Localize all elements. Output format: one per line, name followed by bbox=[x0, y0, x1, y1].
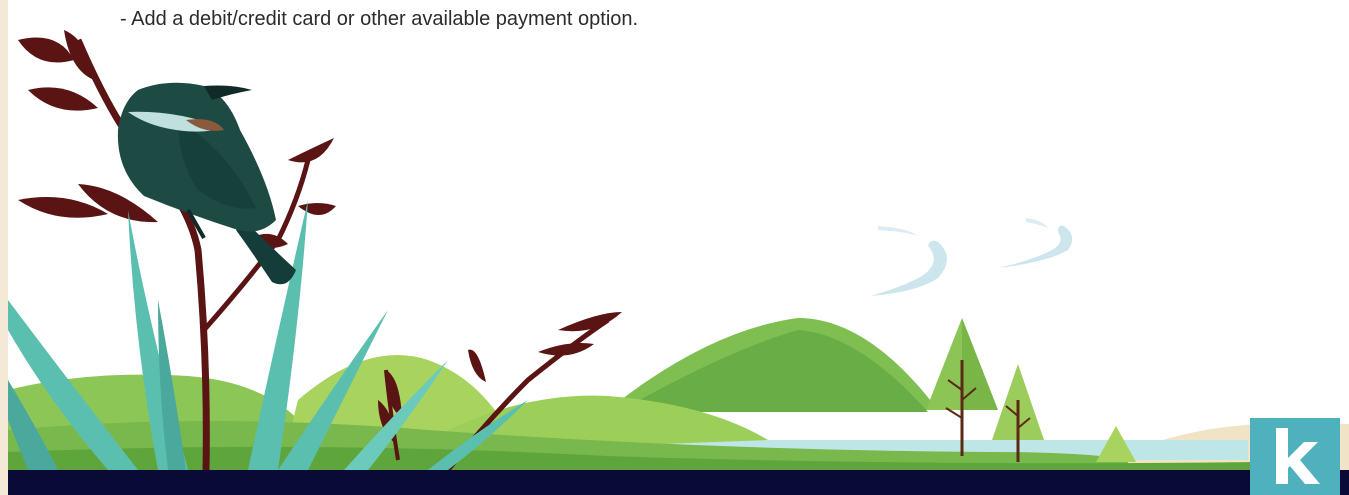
flower-pod bbox=[468, 349, 486, 382]
cloud-right bbox=[998, 225, 1073, 268]
cloud-left-top bbox=[878, 226, 918, 236]
flower-pod bbox=[288, 138, 334, 163]
bird-beak bbox=[204, 85, 252, 100]
document-page: - Add a debit/credit card or other avail… bbox=[8, 0, 1349, 495]
cloud-left bbox=[870, 240, 947, 296]
flower-pod bbox=[28, 87, 98, 111]
clouds bbox=[870, 218, 1073, 296]
flower-pod bbox=[538, 343, 594, 356]
flower-pod bbox=[18, 37, 74, 63]
k-logo-icon bbox=[1276, 428, 1320, 484]
footer-bar bbox=[8, 470, 1349, 495]
flower-pod bbox=[298, 203, 336, 215]
flower-pod bbox=[558, 312, 622, 332]
k-logo-badge bbox=[1250, 418, 1340, 495]
tui-bird bbox=[117, 82, 296, 285]
cloud-right-top bbox=[1026, 218, 1048, 228]
landscape-illustration bbox=[8, 30, 1349, 495]
